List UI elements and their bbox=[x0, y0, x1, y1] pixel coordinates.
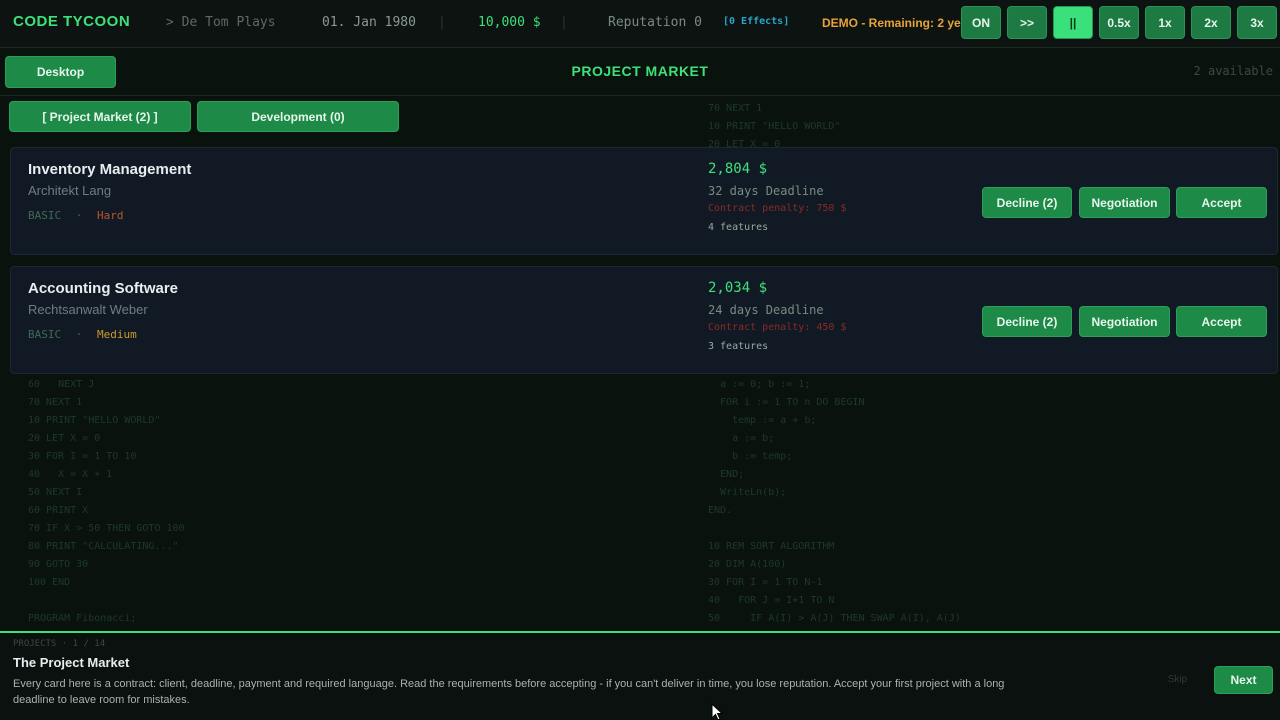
project-deadline: 24 days Deadline bbox=[708, 303, 824, 317]
project-deadline: 32 days Deadline bbox=[708, 184, 824, 198]
separator: | bbox=[560, 15, 568, 30]
speed-half-button[interactable]: 0.5x bbox=[1099, 6, 1139, 39]
speed-controls: ON >> || 0.5x 1x 2x 3x bbox=[961, 6, 1277, 39]
speed-1x-button[interactable]: 1x bbox=[1145, 6, 1185, 39]
tutorial-body: Every card here is a contract: client, d… bbox=[13, 678, 1005, 706]
tutorial-progress: PROJECTS · 1 / 14 bbox=[13, 639, 106, 649]
top-bar: CODE TYCOON > De Tom Plays 01. Jan 1980 … bbox=[0, 0, 1280, 48]
tag-separator: · bbox=[75, 209, 83, 222]
available-count: 2 available bbox=[1193, 64, 1273, 78]
mouse-cursor-icon bbox=[711, 703, 724, 720]
background-code-left: 60 NEXT J 70 NEXT 1 10 PRINT "HELLO WORL… bbox=[28, 379, 185, 624]
tutorial-panel: PROJECTS · 1 / 14 The Project Market Eve… bbox=[0, 631, 1280, 720]
speed-on-button[interactable]: ON bbox=[961, 6, 1001, 39]
background-code-right-bottom: a := 0; b := 1; FOR i := 1 TO n DO BEGIN… bbox=[708, 379, 961, 624]
background-code-right-top: 70 NEXT 1 10 PRINT "HELLO WORLD" 20 LET … bbox=[708, 103, 841, 150]
project-payment: 2,034 $ bbox=[708, 280, 768, 296]
project-client: Architekt Lang bbox=[28, 183, 112, 198]
tab-project-market[interactable]: [ Project Market (2) ] bbox=[9, 101, 191, 132]
project-tags: BASIC · Hard bbox=[28, 209, 124, 222]
decline-button[interactable]: Decline (2) bbox=[982, 187, 1072, 218]
tab-development[interactable]: Development (0) bbox=[197, 101, 399, 132]
speed-2x-button[interactable]: 2x bbox=[1191, 6, 1231, 39]
money-display: 10,000 $ bbox=[478, 15, 541, 30]
speed-3x-button[interactable]: 3x bbox=[1237, 6, 1277, 39]
separator: | bbox=[438, 15, 446, 30]
page-title: PROJECT MARKET bbox=[571, 63, 709, 79]
project-penalty: Contract penalty: 450 $ bbox=[708, 322, 847, 333]
project-features: 3 features bbox=[708, 341, 769, 352]
tag-separator: · bbox=[75, 328, 83, 341]
project-features: 4 features bbox=[708, 222, 769, 233]
project-level: BASIC bbox=[28, 328, 62, 341]
project-title: Inventory Management bbox=[28, 161, 192, 178]
game-date: 01. Jan 1980 bbox=[322, 15, 416, 30]
project-title: Accounting Software bbox=[28, 280, 179, 297]
skip-button[interactable]: Skip bbox=[1150, 667, 1205, 691]
project-card: Inventory Management Architekt Lang BASI… bbox=[10, 147, 1278, 255]
project-card: Accounting Software Rechtsanwalt Weber B… bbox=[10, 266, 1278, 374]
player-name: > De Tom Plays bbox=[166, 15, 276, 30]
negotiation-button[interactable]: Negotiation bbox=[1079, 306, 1170, 337]
demo-remaining: DEMO - Remaining: 2 ye bbox=[822, 16, 961, 30]
pause-button[interactable]: || bbox=[1053, 6, 1093, 39]
accept-button[interactable]: Accept bbox=[1176, 306, 1267, 337]
project-difficulty: Medium bbox=[97, 328, 137, 341]
accept-button[interactable]: Accept bbox=[1176, 187, 1267, 218]
project-penalty: Contract penalty: 750 $ bbox=[708, 203, 847, 214]
fast-forward-button[interactable]: >> bbox=[1007, 6, 1047, 39]
reputation-display: Reputation 0 bbox=[608, 15, 702, 30]
brand-logo: CODE TYCOON bbox=[13, 13, 131, 30]
project-level: BASIC bbox=[28, 209, 62, 222]
negotiation-button[interactable]: Negotiation bbox=[1079, 187, 1170, 218]
tutorial-title: The Project Market bbox=[13, 655, 130, 670]
project-tags: BASIC · Medium bbox=[28, 328, 137, 341]
sub-header: Desktop PROJECT MARKET 2 available bbox=[0, 50, 1280, 96]
next-button[interactable]: Next bbox=[1214, 666, 1273, 694]
effects-badge[interactable]: [0 Effects] bbox=[723, 16, 789, 27]
decline-button[interactable]: Decline (2) bbox=[982, 306, 1072, 337]
project-difficulty: Hard bbox=[97, 209, 124, 222]
project-payment: 2,804 $ bbox=[708, 161, 768, 177]
project-client: Rechtsanwalt Weber bbox=[28, 302, 148, 317]
